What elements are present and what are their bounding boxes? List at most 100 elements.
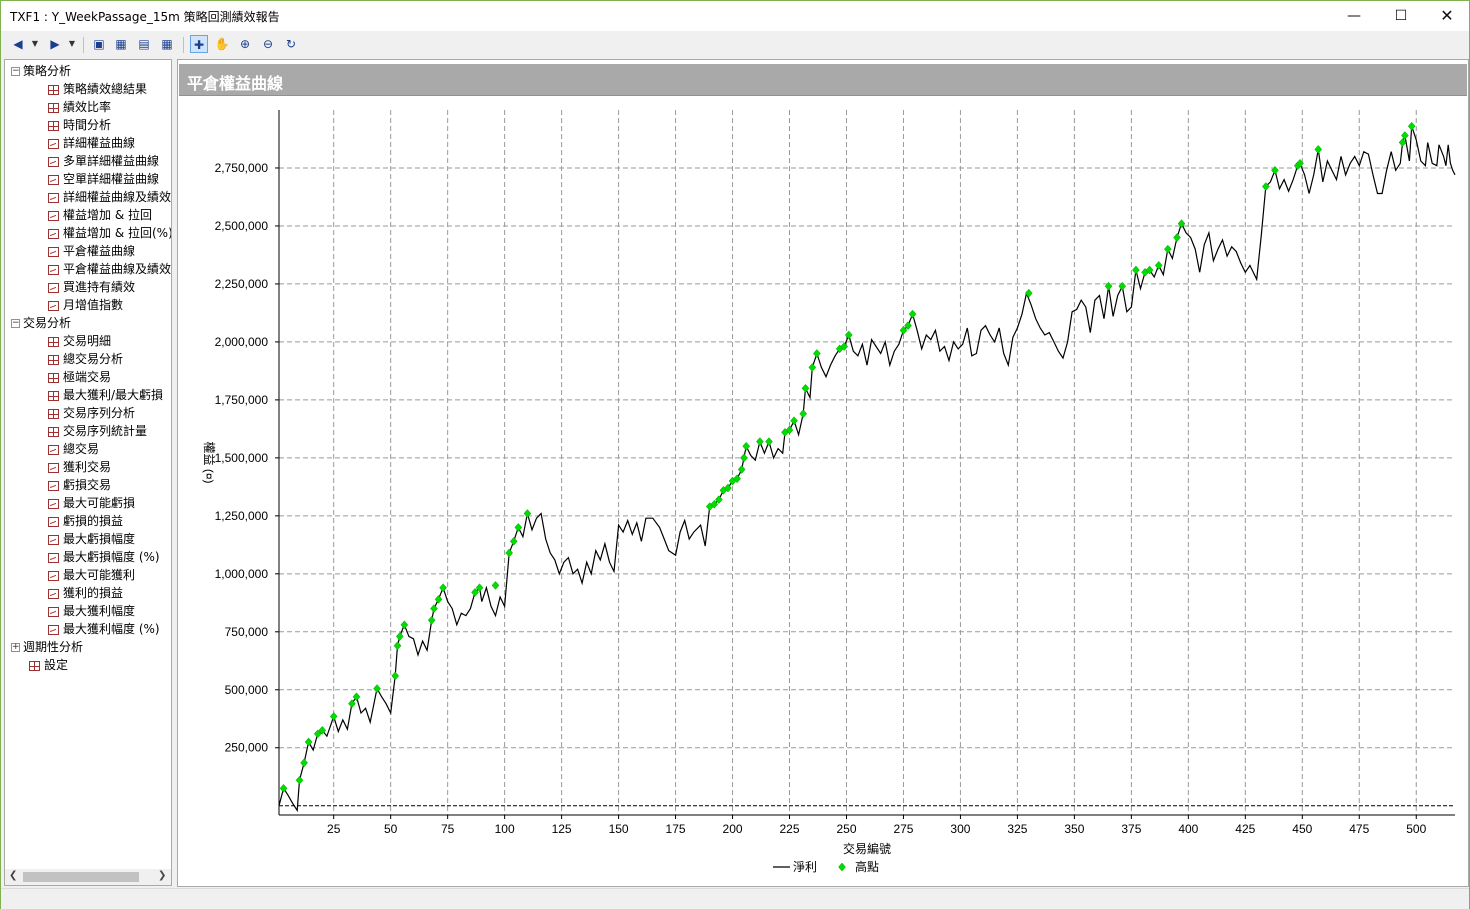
zoom-in-icon[interactable]: ⊕ (236, 35, 254, 53)
tree-horizontal-scrollbar[interactable]: ❮ ❯ (5, 869, 171, 885)
high-point-marker[interactable] (430, 604, 438, 613)
high-point-marker[interactable] (295, 775, 304, 785)
tree-item[interactable]: 最大獲利幅度 (%) (48, 620, 160, 638)
high-point-marker[interactable] (509, 536, 518, 546)
scroll-left-icon[interactable]: ❮ (9, 870, 17, 881)
high-point-marker[interactable] (1132, 265, 1140, 275)
tree-item[interactable]: 交易序列分析 (48, 404, 135, 422)
high-point-marker[interactable] (505, 548, 514, 558)
high-point-marker[interactable] (329, 712, 338, 721)
tree-item[interactable]: 交易明細 (48, 332, 111, 350)
high-point-marker[interactable] (304, 737, 313, 747)
minimize-button[interactable]: — (1331, 1, 1377, 31)
tree-item[interactable]: 策略績效總結果 (48, 80, 147, 98)
high-point-marker[interactable] (1154, 260, 1163, 270)
tree-item-settings[interactable]: 設定 (29, 656, 68, 674)
high-point-marker[interactable] (801, 383, 810, 393)
dropdown-arrow-icon[interactable]: ▼ (31, 35, 39, 53)
print-preview-icon[interactable]: ▦ (112, 35, 130, 53)
save-icon[interactable]: ▣ (90, 35, 108, 53)
high-point-marker[interactable] (400, 620, 409, 630)
tree-item[interactable]: 最大可能虧損 (48, 494, 135, 512)
high-point-marker[interactable] (1164, 244, 1172, 254)
tree-group[interactable]: − 交易分析 (11, 314, 71, 332)
high-point-marker[interactable] (391, 671, 400, 681)
high-point-marker[interactable] (514, 523, 523, 532)
tree-item-label: 交易明細 (63, 334, 112, 348)
high-point-marker[interactable] (1173, 233, 1181, 242)
high-point-marker[interactable] (1314, 145, 1323, 154)
tree-item[interactable]: 最大可能獲利 (48, 566, 135, 584)
tree-item[interactable]: 權益增加 & 拉回 (48, 206, 152, 224)
high-point-marker[interactable] (908, 309, 917, 319)
tree-item[interactable]: 總交易 (48, 440, 99, 458)
high-point-marker[interactable] (740, 453, 748, 463)
high-point-marker[interactable] (395, 632, 404, 641)
tree-item[interactable]: 極端交易 (48, 368, 111, 386)
tree-item[interactable]: 空單詳細權益曲線 (48, 170, 159, 188)
tree-item[interactable]: 最大虧損幅度 (48, 530, 135, 548)
high-point-marker[interactable] (756, 437, 764, 447)
zoom-out-icon[interactable]: ⊖ (259, 35, 277, 53)
tree-item[interactable]: 平倉權益曲線 (48, 242, 135, 260)
high-point-marker[interactable] (799, 409, 808, 419)
tree-item[interactable]: 虧損交易 (48, 476, 111, 494)
closed-equity-chart[interactable]: 25 50 75 100 125 150 175 200 225 250 275 300 325 350 3… (178, 60, 1468, 886)
tree-item[interactable]: 詳細權益曲線及績效 (48, 188, 171, 206)
tree-item[interactable]: 最大虧損幅度 (%) (48, 548, 160, 566)
high-point-marker[interactable] (813, 349, 821, 358)
tree-item[interactable]: 詳細權益曲線 (48, 134, 135, 152)
high-point-marker[interactable] (790, 416, 798, 426)
tree-item[interactable]: 總交易分析 (48, 350, 123, 368)
high-point-marker[interactable] (439, 583, 447, 593)
y-tick-label: 250,000 (225, 741, 269, 755)
tree-item[interactable]: 交易序列統計量 (48, 422, 147, 440)
tree-item[interactable]: 時間分析 (48, 116, 111, 134)
dropdown-arrow-icon[interactable]: ▼ (68, 35, 76, 53)
hand-pan-icon[interactable]: ✋ (213, 35, 231, 53)
table-icon[interactable]: ▦ (158, 35, 176, 53)
print-icon[interactable]: ▤ (135, 35, 153, 53)
high-point-marker[interactable] (742, 441, 751, 451)
scroll-right-icon[interactable]: ❯ (158, 870, 166, 881)
tree-group[interactable]: − 策略分析 (11, 62, 71, 80)
forward-icon[interactable]: ▶ (46, 35, 64, 53)
high-point-marker[interactable] (737, 465, 746, 474)
scrollbar-thumb[interactable] (23, 872, 139, 882)
tree-item[interactable]: 多單詳細權益曲線 (48, 152, 159, 170)
tree-item[interactable]: 績效比率 (48, 98, 111, 116)
net-profit-line[interactable] (278, 126, 1456, 813)
tree-item[interactable]: 權益增加 & 拉回(%) (48, 224, 171, 242)
table-report-icon (48, 102, 59, 113)
high-point-marker[interactable] (491, 581, 500, 590)
high-point-marker[interactable] (300, 758, 308, 768)
collapse-icon[interactable]: − (11, 67, 20, 76)
crosshair-icon[interactable]: ✚ (190, 35, 208, 53)
tree-item[interactable]: 買進持有績效 (48, 278, 135, 296)
back-icon[interactable]: ◀ (9, 35, 27, 53)
tree-item[interactable]: 獲利交易 (48, 458, 111, 476)
high-point-marker[interactable] (1407, 121, 1416, 131)
high-point-marker[interactable] (434, 594, 443, 604)
reset-zoom-icon[interactable]: ↻ (282, 35, 300, 53)
chart-report-icon (48, 606, 59, 617)
expand-icon[interactable]: + (11, 643, 20, 652)
tree-item[interactable]: 月增值指數 (48, 296, 123, 314)
tree-group[interactable]: + 週期性分析 (11, 638, 83, 656)
tree-item[interactable]: 虧損的損益 (48, 512, 123, 530)
high-point-marker[interactable] (373, 684, 381, 693)
tree-item-label: 最大虧損幅度 (63, 532, 136, 546)
high-point-marker[interactable] (393, 641, 402, 651)
high-point-marker[interactable] (765, 437, 773, 447)
tree-item[interactable]: 最大獲利/最大虧損 (48, 386, 163, 404)
tree-item[interactable]: 獲利的損益 (48, 584, 123, 602)
close-button[interactable]: ✕ (1424, 1, 1470, 31)
high-point-marker[interactable] (808, 363, 817, 372)
high-point-marker[interactable] (427, 615, 436, 625)
collapse-icon[interactable]: − (11, 319, 20, 328)
tree-item[interactable]: 最大獲利幅度 (48, 602, 135, 620)
maximize-button[interactable]: ☐ (1378, 1, 1424, 31)
chart-report-icon (48, 174, 59, 185)
tree-item-label: 總交易分析 (63, 352, 124, 366)
tree-item[interactable]: 平倉權益曲線及績效 (48, 260, 171, 278)
